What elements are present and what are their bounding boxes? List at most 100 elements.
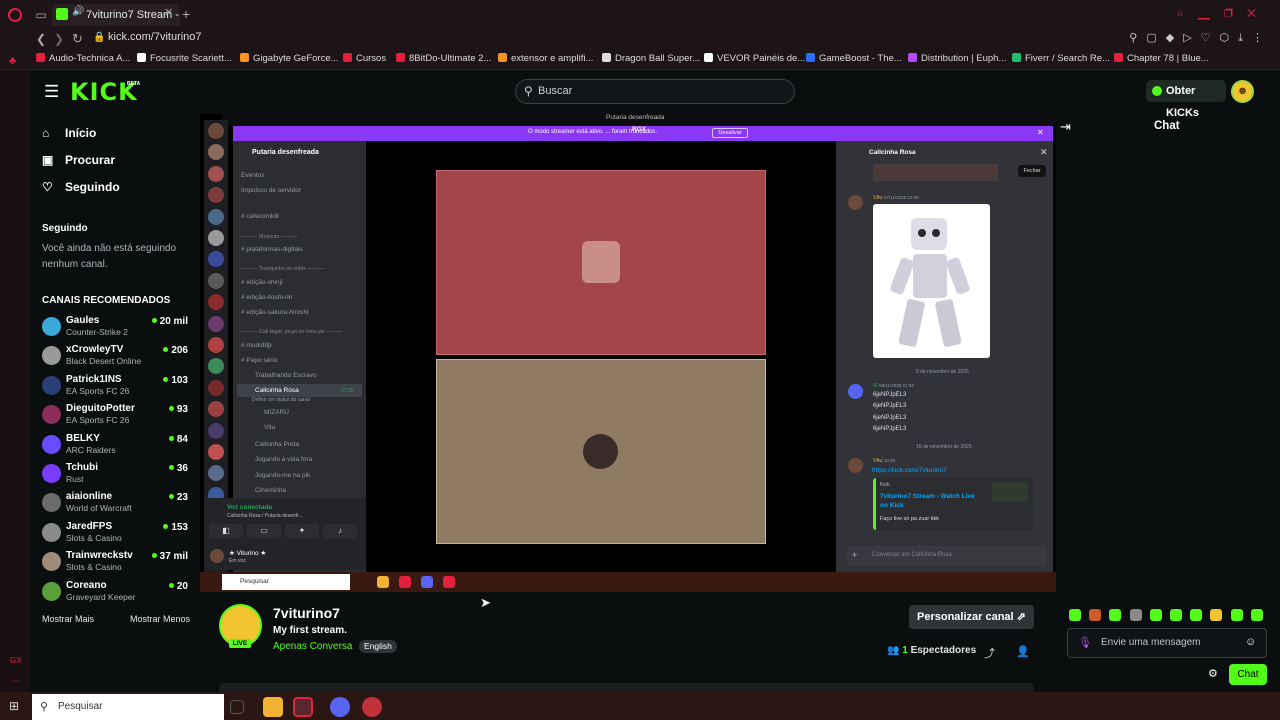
- bookmark-item[interactable]: Fiverr / Search Re...: [1012, 53, 1110, 64]
- stream-category[interactable]: Apenas Conversa: [273, 641, 353, 652]
- lock-icon[interactable]: 🔒: [93, 32, 105, 43]
- opera-gx-icon[interactable]: [293, 697, 313, 717]
- bookmark-item[interactable]: VEVOR Painéis de...: [704, 53, 805, 64]
- nav-browse[interactable]: ▣ Procurar: [42, 153, 115, 167]
- forward-icon[interactable]: ❯: [54, 32, 64, 46]
- lego-skeleton-image[interactable]: [873, 204, 990, 358]
- channel-item[interactable]: Callcinha Rosa: [255, 387, 299, 394]
- avatar[interactable]: [848, 384, 863, 399]
- channel-item[interactable]: Jogando a vida fora: [255, 456, 312, 463]
- message-author[interactable]: Vitu 07/11/2025 22:08: [873, 195, 919, 201]
- emoji-icon[interactable]: ☺: [1245, 636, 1256, 648]
- nav-home[interactable]: ⌂ Início: [42, 126, 96, 140]
- chat-send-button[interactable]: Chat: [1229, 664, 1267, 685]
- channel-item[interactable]: # mudofdp: [241, 342, 272, 349]
- recommended-channel[interactable]: Tchubi Rust 36: [42, 462, 192, 488]
- back-icon[interactable]: ❮: [36, 32, 46, 46]
- emote-icon[interactable]: [1089, 609, 1102, 621]
- emote-icon[interactable]: [1230, 609, 1243, 621]
- message-author[interactable]: Vitu 10:39: [873, 458, 895, 464]
- nav-following[interactable]: ♡ Seguindo: [42, 180, 120, 194]
- share-icon[interactable]: ⤴: [984, 645, 995, 661]
- bookmark-item[interactable]: Gigabyte GeForce...: [240, 53, 339, 64]
- emote-icon[interactable]: [1149, 609, 1162, 621]
- bookmark-item[interactable]: Dragon Ball Super...: [602, 53, 700, 64]
- avatar[interactable]: [848, 458, 863, 473]
- disable-streamer-button[interactable]: Desativar: [712, 128, 748, 138]
- url-field[interactable]: kick.com/7viturino7: [108, 31, 202, 43]
- message-author[interactable]: M 09/11/2025 01:32: [873, 383, 914, 389]
- server-icon[interactable]: [208, 422, 224, 439]
- server-icon[interactable]: [208, 123, 224, 139]
- menu-icon[interactable]: ☰: [44, 82, 59, 102]
- chat-image[interactable]: [873, 164, 998, 181]
- speaker-icon[interactable]: 🔊: [72, 6, 84, 17]
- tab-list-icon[interactable]: ▭: [34, 8, 48, 22]
- add-attachment-icon[interactable]: +: [852, 550, 857, 560]
- channel-item[interactable]: # edição-itoshi-rin: [241, 294, 292, 301]
- emote-icon[interactable]: [1190, 609, 1203, 621]
- bookmark-item[interactable]: Chapter 78 | Blue...: [1114, 53, 1209, 64]
- opera-sidebar-icon[interactable]: ♣: [9, 55, 16, 67]
- extension-icons[interactable]: ⚲▢◆▷♡⬡⤓⋮: [1129, 31, 1272, 45]
- emote-icon[interactable]: [1129, 609, 1142, 621]
- new-tab-icon[interactable]: +: [182, 6, 190, 22]
- server-icon[interactable]: [208, 337, 224, 353]
- embed-thumbnail[interactable]: [992, 482, 1028, 502]
- customize-channel-button[interactable]: Personalizar canal ⇗: [909, 605, 1034, 629]
- server-icon[interactable]: [208, 272, 224, 289]
- microphone-icon[interactable]: 🎙: [1078, 636, 1092, 649]
- channel-item[interactable]: # Papo sério: [241, 357, 278, 364]
- show-more-link[interactable]: Mostrar Mais: [42, 614, 94, 624]
- server-icon[interactable]: [208, 165, 224, 182]
- language-tag[interactable]: English: [359, 640, 397, 653]
- avatar[interactable]: [848, 195, 863, 210]
- soundboard-button[interactable]: ♪: [323, 524, 357, 538]
- recommended-channel[interactable]: aiaionline World of Warcraft 23: [42, 491, 192, 517]
- emote-icon[interactable]: [1109, 609, 1122, 621]
- recommended-channel[interactable]: DieguitoPotter EA Sports FC 26 93: [42, 403, 192, 429]
- collapse-chat-icon[interactable]: ⇥: [1060, 119, 1071, 135]
- channel-item[interactable]: Vitu: [264, 424, 275, 431]
- recommended-channel[interactable]: Gaules Counter-Strike 2 20 mil: [42, 315, 192, 341]
- task-view-icon[interactable]: [230, 700, 244, 714]
- close-icon[interactable]: ✕: [1040, 147, 1048, 158]
- channel-item[interactable]: Callcinha Preta: [255, 441, 299, 448]
- streamer-name[interactable]: 7viturino7: [273, 605, 340, 621]
- recommended-channel[interactable]: BELKY ARC Raiders 84: [42, 433, 192, 459]
- emote-icon[interactable]: [1170, 609, 1182, 621]
- recommended-channel[interactable]: Coreano Graveyard Keeper 20: [42, 580, 192, 606]
- user-avatar[interactable]: ☻: [1231, 80, 1254, 103]
- channel-item[interactable]: Impulsos de servidor: [241, 187, 301, 194]
- bookmark-item[interactable]: extensor e amplifi...: [498, 53, 593, 64]
- channel-item[interactable]: Jogando-me na pik: [255, 472, 310, 479]
- emote-icon[interactable]: [1250, 609, 1263, 621]
- activities-button[interactable]: ✦: [285, 524, 319, 538]
- server-icon[interactable]: [208, 444, 224, 460]
- channel-item[interactable]: Cineminha: [255, 487, 286, 494]
- channel-item[interactable]: MIZARU: [264, 409, 289, 416]
- channel-item[interactable]: # edição-sakura-hiroshi: [241, 309, 309, 316]
- bookmark-item[interactable]: GameBoost - The...: [806, 53, 902, 64]
- recommended-channel[interactable]: Patrick1INS EA Sports FC 26 103: [42, 374, 192, 400]
- camera-button[interactable]: ◧: [209, 524, 243, 538]
- bookmark-item[interactable]: 8BitDo-Ultimate 2...: [396, 53, 491, 64]
- gear-icon[interactable]: ⚙: [1208, 667, 1218, 680]
- embed-title[interactable]: 7viturino7 Stream - Watch Live on Kick: [880, 492, 980, 510]
- channel-item[interactable]: Trabalhando Escravo: [255, 372, 317, 379]
- gx-icon[interactable]: GX: [10, 656, 22, 665]
- app-icon[interactable]: [362, 697, 382, 717]
- tab-close-icon[interactable]: ✕: [164, 6, 173, 19]
- discord-server-name[interactable]: Putaria desenfreada: [252, 149, 319, 156]
- server-icon[interactable]: [208, 379, 224, 396]
- server-icon[interactable]: [208, 315, 224, 332]
- start-icon[interactable]: ⊞: [9, 699, 19, 713]
- discord-user-avatar[interactable]: [210, 549, 224, 563]
- channel-item[interactable]: # plataformas-digitais: [241, 246, 303, 253]
- emote-icon[interactable]: [1069, 609, 1081, 621]
- server-icon[interactable]: [208, 230, 224, 246]
- banner-close-icon[interactable]: ✕: [1037, 128, 1044, 137]
- message-link[interactable]: https://kick.com/7viturino7: [872, 467, 947, 474]
- channel-item[interactable]: # edição-shinji: [241, 279, 283, 286]
- screen-share-button[interactable]: ▭: [247, 524, 281, 538]
